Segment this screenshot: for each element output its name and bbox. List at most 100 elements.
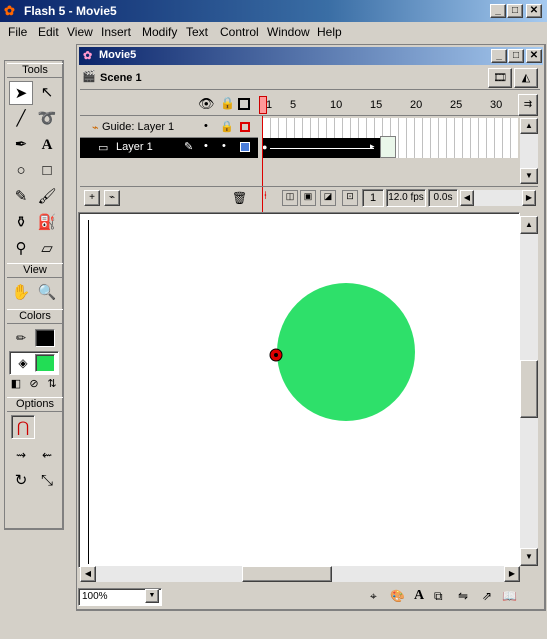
library-panel-icon[interactable]: 📖 bbox=[502, 589, 517, 603]
zoom-tool-icon[interactable]: 🔍 bbox=[35, 281, 59, 305]
layer-visible-dot[interactable]: • bbox=[204, 120, 208, 132]
ink-bottle-tool-icon[interactable]: ⚱ bbox=[9, 211, 33, 235]
brush-tool-icon[interactable]: 🖌 bbox=[35, 185, 59, 209]
view-label: View bbox=[7, 263, 63, 278]
chevron-down-icon[interactable]: ▼ bbox=[145, 589, 159, 603]
menu-file[interactable]: File bbox=[8, 25, 27, 39]
layer-lock-dot[interactable]: • bbox=[222, 140, 226, 152]
layer-lock-icon[interactable]: 🔒 bbox=[220, 120, 234, 133]
layer-row-layer1[interactable]: ▭ Layer 1 ✎ • • bbox=[80, 138, 258, 158]
stage-vscroll-thumb[interactable] bbox=[520, 360, 538, 418]
layer-outline-color[interactable] bbox=[240, 142, 250, 152]
registration-point-center bbox=[274, 353, 278, 357]
lock-icon[interactable]: 🔒 bbox=[220, 96, 235, 110]
onion-outline-icon[interactable]: ▣ bbox=[300, 190, 316, 206]
movie-explorer-icon[interactable]: ⇋ bbox=[458, 589, 468, 603]
info-panel-icon[interactable]: ⌖ bbox=[370, 589, 377, 604]
edit-scene-icon[interactable]: 🎞 bbox=[488, 68, 512, 88]
menu-edit[interactable]: Edit bbox=[38, 25, 59, 39]
dropper-tool-icon[interactable]: ⚲ bbox=[9, 237, 33, 261]
snap-magnet-icon[interactable]: ⋂ bbox=[11, 415, 35, 439]
smooth-icon[interactable]: ⇝ bbox=[9, 443, 33, 467]
frame-rate-field[interactable]: 12.0 fps bbox=[386, 189, 426, 207]
instance-panel-icon[interactable]: ⧉ bbox=[434, 589, 443, 604]
swap-colors-icon[interactable]: ⇅ bbox=[43, 375, 61, 393]
movie-minimize-button[interactable]: _ bbox=[491, 49, 507, 63]
subselect-tool-icon[interactable]: ↖ bbox=[35, 81, 59, 105]
character-panel-icon[interactable]: A bbox=[414, 588, 424, 604]
layer-outline-color[interactable] bbox=[240, 122, 250, 132]
menu-control[interactable]: Control bbox=[220, 25, 259, 39]
oval-tool-icon[interactable]: ○ bbox=[9, 159, 33, 183]
colors-label: Colors bbox=[7, 309, 63, 324]
lasso-tool-icon[interactable]: ➰ bbox=[35, 107, 59, 131]
delete-layer-icon[interactable]: 🗑 bbox=[232, 191, 247, 205]
minimize-button[interactable]: _ bbox=[490, 4, 506, 18]
movie-close-button[interactable]: ✕ bbox=[526, 49, 542, 63]
menu-insert[interactable]: Insert bbox=[101, 25, 131, 39]
add-guide-layer-icon[interactable]: ⌁ bbox=[104, 190, 120, 206]
onion-skin-icon[interactable]: ◫ bbox=[282, 190, 298, 206]
green-circle-shape[interactable] bbox=[277, 283, 415, 421]
frame-view-menu-button[interactable]: ⇉ bbox=[518, 94, 538, 116]
center-frame-icon[interactable]: ⍿ bbox=[264, 190, 267, 203]
scroll-right-button[interactable]: ▶ bbox=[504, 566, 520, 582]
layer-name[interactable]: Guide: Layer 1 bbox=[102, 121, 174, 133]
end-frame[interactable] bbox=[380, 136, 396, 158]
stage-hscroll[interactable]: ◀ ▶ bbox=[80, 566, 520, 582]
scale-icon[interactable]: ⤡ bbox=[35, 469, 59, 493]
scroll-left-button[interactable]: ◀ bbox=[460, 190, 474, 206]
scroll-down-button[interactable]: ▼ bbox=[520, 168, 538, 184]
pencil-tool-icon[interactable]: ✎ bbox=[9, 185, 33, 209]
movie-maximize-button[interactable]: □ bbox=[508, 49, 524, 63]
timeline-hscroll[interactable]: ◀ ▶ bbox=[460, 190, 536, 206]
zoom-value: 100% bbox=[82, 591, 108, 602]
arrow-tool-icon[interactable]: ➤ bbox=[9, 81, 33, 105]
zoom-select[interactable]: 100% ▼ bbox=[78, 588, 162, 606]
layer-visible-dot[interactable]: • bbox=[204, 140, 208, 152]
pen-tool-icon[interactable]: ✒ bbox=[9, 133, 33, 157]
line-tool-icon[interactable]: ╱ bbox=[9, 107, 33, 131]
close-button[interactable]: ✕ bbox=[526, 4, 542, 18]
playhead[interactable] bbox=[259, 96, 267, 114]
scroll-down-button[interactable]: ▼ bbox=[520, 548, 538, 566]
menu-modify[interactable]: Modify bbox=[142, 25, 177, 39]
scroll-up-button[interactable]: ▲ bbox=[520, 118, 538, 134]
layer-name[interactable]: Layer 1 bbox=[116, 141, 153, 153]
mixer-panel-icon[interactable]: 🎨 bbox=[390, 589, 405, 603]
paint-bucket-tool-icon[interactable]: ⛽ bbox=[35, 211, 59, 235]
menu-view[interactable]: View bbox=[67, 25, 93, 39]
hand-tool-icon[interactable]: ✋ bbox=[9, 281, 33, 305]
rotate-icon[interactable]: ↻ bbox=[9, 469, 33, 493]
stroke-color-swatch[interactable] bbox=[35, 329, 55, 347]
timeline-vscroll[interactable]: ▲ ▼ bbox=[520, 118, 538, 184]
eraser-tool-icon[interactable]: ▱ bbox=[35, 237, 59, 261]
outline-icon[interactable] bbox=[238, 98, 250, 110]
actions-panel-icon[interactable]: ⇗ bbox=[482, 589, 492, 603]
insert-layer-icon[interactable]: + bbox=[84, 190, 100, 206]
no-color-icon[interactable]: ⊘ bbox=[25, 375, 43, 393]
scroll-right-button[interactable]: ▶ bbox=[522, 190, 536, 206]
fill-color-swatch[interactable] bbox=[35, 354, 55, 372]
scroll-up-button[interactable]: ▲ bbox=[520, 216, 538, 234]
stage-canvas[interactable] bbox=[80, 214, 518, 566]
frame-number: 30 bbox=[490, 99, 503, 111]
stage-hscroll-thumb[interactable] bbox=[242, 566, 332, 582]
text-tool-icon[interactable]: A bbox=[35, 133, 59, 157]
straighten-icon[interactable]: ⇜ bbox=[35, 443, 59, 467]
layer-row-guide[interactable]: ⌁ Guide: Layer 1 • 🔒 bbox=[80, 118, 258, 138]
rectangle-tool-icon[interactable]: □ bbox=[35, 159, 59, 183]
maximize-button[interactable]: □ bbox=[507, 4, 523, 18]
menu-help[interactable]: Help bbox=[317, 25, 342, 39]
menu-window[interactable]: Window bbox=[267, 25, 310, 39]
modify-onion-markers-icon[interactable]: ⊡ bbox=[342, 190, 358, 206]
default-colors-icon[interactable]: ◧ bbox=[7, 375, 25, 393]
stage-vscroll[interactable]: ▲ ▼ bbox=[520, 216, 538, 566]
edit-symbol-icon[interactable]: ◭ bbox=[514, 68, 538, 88]
tween-span[interactable]: ● ▸ bbox=[262, 138, 380, 158]
scroll-left-button[interactable]: ◀ bbox=[80, 566, 96, 582]
eye-icon[interactable]: 👁 bbox=[198, 96, 215, 112]
edit-multiple-frames-icon[interactable]: ◪ bbox=[320, 190, 336, 206]
frame-number: 10 bbox=[330, 99, 343, 111]
menu-text[interactable]: Text bbox=[186, 25, 208, 39]
